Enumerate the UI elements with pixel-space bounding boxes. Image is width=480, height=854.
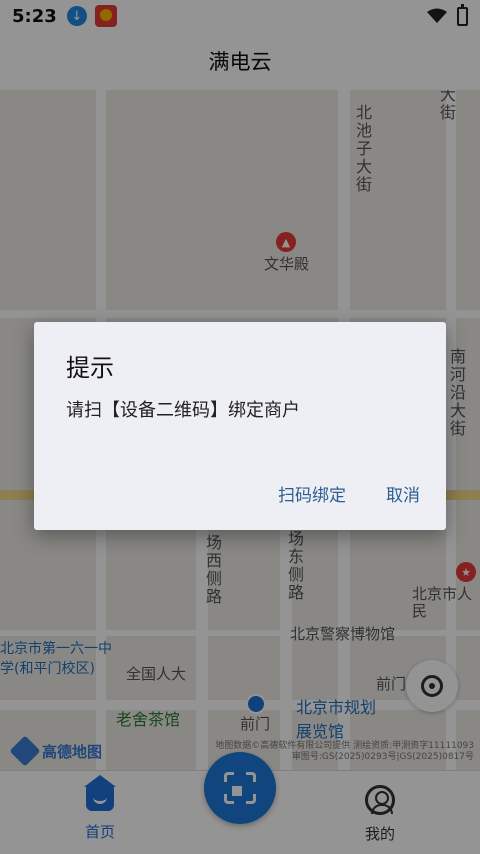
dialog-title: 提示 [66,354,114,382]
dialog-message: 请扫【设备二维码】绑定商户 [66,400,300,421]
cancel-button[interactable]: 取消 [386,481,420,506]
alert-dialog: 提示 请扫【设备二维码】绑定商户 扫码绑定 取消 [34,322,446,530]
scan-bind-button[interactable]: 扫码绑定 [278,481,346,506]
